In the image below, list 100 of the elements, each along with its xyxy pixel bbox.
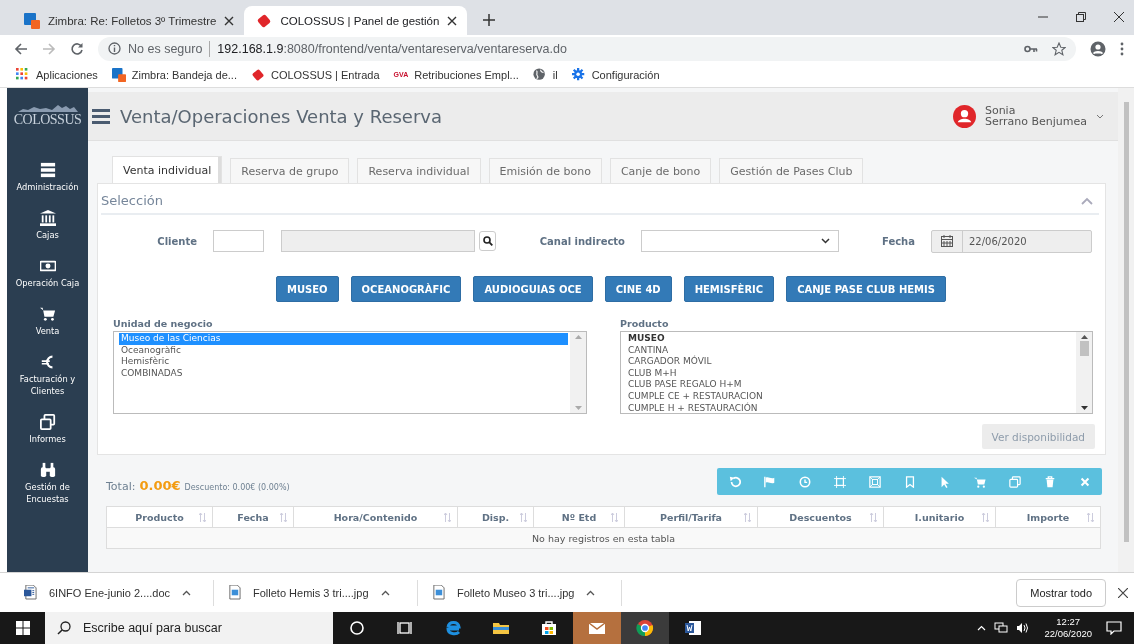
- column-header[interactable]: Disp.: [457, 506, 534, 528]
- input-field[interactable]: [281, 230, 475, 252]
- tab[interactable]: Gestión de Pases Club: [719, 158, 864, 183]
- volume-icon[interactable]: [1016, 622, 1031, 634]
- browser-tab[interactable]: COLOSSUS | Panel de gestión: [244, 6, 468, 35]
- chevron-up-icon[interactable]: [977, 625, 987, 631]
- list-option[interactable]: CANTINA: [626, 344, 1074, 357]
- clock[interactable]: 12:27 22/06/2020: [1044, 616, 1092, 640]
- list-option[interactable]: CLUB M+H: [626, 367, 1074, 380]
- category-button[interactable]: CINE 4D: [604, 276, 672, 302]
- sidebar-item[interactable]: Informes: [8, 414, 87, 445]
- tab[interactable]: Emisión de bono: [488, 158, 602, 183]
- back-icon[interactable]: [14, 41, 28, 56]
- column-header[interactable]: Producto: [106, 506, 213, 528]
- column-header[interactable]: Descuentos: [757, 506, 884, 528]
- category-button[interactable]: OCEANOGRÀFIC: [350, 276, 462, 302]
- category-button[interactable]: CANJE PASE CLUB HEMIS: [786, 276, 946, 302]
- caret-icon[interactable]: [380, 589, 390, 596]
- restore-icon[interactable]: [1076, 12, 1086, 22]
- sidebar-item[interactable]: Gestión de Encuestas: [8, 462, 87, 505]
- list-option[interactable]: Hemisfèric: [119, 356, 568, 368]
- sidebar-item[interactable]: Operación Caja: [8, 258, 87, 289]
- network-icon[interactable]: [994, 622, 1009, 634]
- file-name: Folleto Hemis 3 tri....jpg: [253, 586, 369, 599]
- field-label: Producto: [620, 318, 670, 329]
- sort-icon: [1087, 512, 1094, 522]
- sidebar-label: Cajas: [36, 229, 59, 241]
- date-field[interactable]: 22/06/2020: [931, 229, 1092, 253]
- tab[interactable]: Reserva de grupo: [230, 158, 350, 183]
- list-box[interactable]: MUSEO CANTINA CARGADOR MÓVIL CLUB M+H CLUB PASE REGALO H+M CUMPLE CE + RESTAURACION CUMPLE H + RESTAURACIÓN: [620, 331, 1093, 414]
- close-icon[interactable]: [447, 15, 458, 26]
- address-bar[interactable]: No es seguro 192.168.1.9:8080/frontend/venta/ventareserva/ventareserva.do: [98, 36, 1076, 61]
- sidebar-item[interactable]: Venta: [8, 306, 87, 337]
- field-label: Unidad de negocio: [113, 318, 214, 329]
- search-button[interactable]: [479, 231, 496, 251]
- close-icon[interactable]: [224, 15, 235, 26]
- sidebar-label: Administración: [16, 181, 79, 193]
- caret-icon[interactable]: [586, 589, 596, 596]
- column-header[interactable]: Fecha: [212, 506, 294, 528]
- store-bag-icon: [540, 619, 558, 637]
- category-button[interactable]: HEMISFÈRIC: [683, 276, 775, 302]
- scrollbar[interactable]: [1118, 88, 1134, 572]
- bookmark[interactable]: COLOSSUS | Entrada: [250, 67, 380, 82]
- user-menu[interactable]: Sonia Serrano Benjumea: [952, 104, 1104, 128]
- show-all-button[interactable]: Mostrar todo: [1016, 578, 1106, 607]
- sidebar-item[interactable]: Administración: [8, 162, 87, 193]
- binoculars-icon: [39, 462, 56, 478]
- logo-text: COLOSSUS: [13, 112, 82, 128]
- list-box[interactable]: Museo de las Ciencias Oceanogràfic Hemisfèric COMBINADAS: [113, 331, 587, 414]
- sidebar-item[interactable]: Cajas: [8, 210, 87, 241]
- column-header[interactable]: Importe: [995, 506, 1101, 528]
- download-item[interactable]: Folleto Hemis 3 tri....jpg: [228, 579, 418, 606]
- close-icon[interactable]: [1118, 587, 1128, 598]
- list-option[interactable]: CLUB PASE REGALO H+M: [626, 379, 1074, 391]
- scrollbar-thumb[interactable]: [1079, 341, 1089, 356]
- download-item[interactable]: 6INFO Ene-junio 2....doc: [24, 579, 214, 606]
- caret-icon[interactable]: [182, 589, 192, 596]
- list-option[interactable]: CUMPLE CE + RESTAURACION: [626, 390, 1074, 403]
- bookmark[interactable]: Configuración: [571, 67, 660, 82]
- tab-title: Zimbra: Re: Folletos 3º Trimestre: [48, 14, 217, 27]
- avatar-icon: [952, 104, 976, 128]
- list-option[interactable]: CARGADOR MÓVIL: [626, 356, 1074, 368]
- tab[interactable]: Reserva individual: [357, 158, 481, 183]
- tab[interactable]: Canje de bono: [609, 158, 712, 183]
- column-header[interactable]: Hora/Contenido: [293, 506, 458, 528]
- close-icon[interactable]: [1114, 12, 1124, 22]
- tab[interactable]: Venta individual: [112, 156, 223, 183]
- category-button[interactable]: AUDIOGUIAS OCE: [473, 276, 593, 302]
- notification-icon[interactable]: [1106, 621, 1122, 635]
- bookmark[interactable]: Zimbra: Bandeja de...: [111, 67, 237, 82]
- clock-time: 12:27: [1056, 616, 1081, 628]
- list-option[interactable]: Oceanogràfic: [119, 344, 568, 357]
- browser-e-icon: [444, 619, 462, 637]
- menu-icon[interactable]: [1120, 41, 1124, 56]
- bookmark[interactable]: il: [532, 67, 558, 82]
- column-header[interactable]: Nº Etd: [533, 506, 625, 528]
- column-header[interactable]: Perfil/Tarifa: [624, 506, 758, 528]
- calendar-icon: [941, 235, 953, 247]
- scrollbar[interactable]: [570, 332, 586, 413]
- file-name: Folleto Museo 3 tri....jpg: [457, 586, 575, 599]
- account-icon[interactable]: [1090, 40, 1106, 57]
- file-name: 6INFO Ene-junio 2....doc: [49, 586, 171, 599]
- list-option[interactable]: COMBINADAS: [119, 367, 568, 380]
- reload-icon[interactable]: [70, 41, 84, 56]
- input-field[interactable]: [213, 230, 264, 252]
- search-field[interactable]: Escribe aquí para buscar: [45, 612, 333, 644]
- column-header[interactable]: I.unitario: [883, 506, 996, 528]
- taskbar-app[interactable]: [621, 612, 669, 644]
- sidebar-label: Informes: [29, 433, 66, 445]
- browser-tab[interactable]: Zimbra: Re: Folletos 3º Trimestre: [12, 6, 245, 35]
- category-button[interactable]: MUSEO: [276, 276, 339, 302]
- download-item[interactable]: Folleto Museo 3 tri....jpg: [432, 579, 622, 606]
- star-icon[interactable]: [1052, 41, 1066, 56]
- list-option[interactable]: CUMPLE H + RESTAURACIÓN: [626, 402, 1074, 415]
- key-icon[interactable]: [1024, 43, 1038, 54]
- menu-icon[interactable]: [92, 108, 110, 124]
- scrollbar[interactable]: [1076, 332, 1092, 413]
- new-tab-icon[interactable]: [483, 14, 496, 26]
- sidebar-item[interactable]: Facturación y Clientes: [8, 354, 87, 397]
- bookmark[interactable]: Aplicaciones: [16, 67, 98, 82]
